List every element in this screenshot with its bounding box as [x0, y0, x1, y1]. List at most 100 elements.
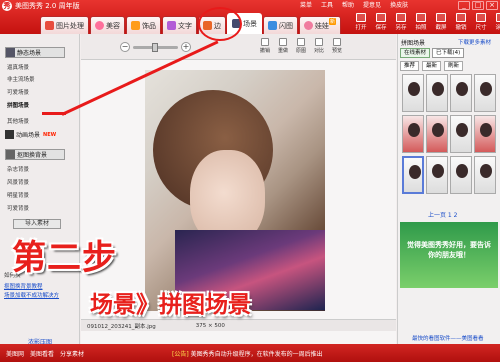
sidebar-item-realistic[interactable]: 逼真场景: [7, 63, 29, 71]
save-as-button[interactable]: 另存: [392, 13, 410, 33]
save-button[interactable]: 保存: [372, 13, 390, 33]
tool-label: 撤销: [455, 25, 467, 31]
scene-thumbnail[interactable]: [426, 115, 448, 153]
redo-button[interactable]: 重做: [275, 38, 291, 57]
app-logo-icon: 秀: [2, 1, 12, 11]
scene-thumbnail[interactable]: [402, 115, 424, 153]
tool-label: 拍照: [415, 25, 427, 31]
menu-item[interactable]: 提意见: [363, 1, 381, 11]
cutout-tutorial-link[interactable]: 抠图换背景教程: [4, 282, 43, 290]
scene-thumbnail[interactable]: [450, 156, 472, 194]
zoom-slider-handle[interactable]: [152, 42, 158, 52]
tab-latest[interactable]: 最新: [422, 61, 442, 71]
material-tabs: 在线素材 已下载(4): [400, 48, 465, 58]
tool-label: 尺寸: [475, 25, 487, 31]
scissors-icon: [436, 13, 446, 22]
group-label: 抠图换背景: [17, 152, 48, 159]
cutout-background-group[interactable]: 抠图换背景: [5, 149, 65, 160]
maximize-button[interactable]: □: [472, 1, 484, 10]
promo-banner[interactable]: 觉得美图秀秀好用，要告诉你的朋友哦！: [400, 222, 498, 288]
group-label: 静态场景: [17, 50, 42, 57]
tab-label: 场景: [243, 19, 257, 28]
flash-icon: [268, 21, 277, 30]
tool-label: 截屏: [435, 25, 447, 31]
compare-icon: [315, 38, 323, 46]
scene-thumbnail[interactable]: [426, 74, 448, 112]
text-icon: [167, 21, 176, 30]
tab-flash[interactable]: 闪图: [263, 16, 298, 34]
animated-scene-group[interactable]: 动画场景 NEW: [5, 129, 65, 140]
undo-edit-button[interactable]: 撤销: [257, 38, 273, 57]
scene-thumbnail[interactable]: [450, 115, 472, 153]
tab-label: 饰品: [142, 21, 156, 30]
tab-recommended[interactable]: 推荐: [400, 61, 420, 71]
open-button[interactable]: 打开: [352, 13, 370, 33]
tab-ornament[interactable]: 饰品: [126, 16, 161, 34]
zoom-in-icon[interactable]: +: [181, 42, 191, 52]
right-panel: 拼图场景 下载更多素材 在线素材 已下载(4) 推荐 最新 刷新 上一页 1 2…: [397, 34, 500, 344]
menu-item[interactable]: 工具: [321, 1, 333, 11]
right-toolbar: 打开 保存 另存 拍照 截屏 撤销 尺寸 涂鸦: [352, 13, 500, 33]
doodle-button[interactable]: 涂鸦: [492, 13, 500, 33]
camera-button[interactable]: 拍照: [412, 13, 430, 33]
share-material-link[interactable]: 分享素材: [60, 349, 84, 358]
pagination[interactable]: 上一页 1 2: [428, 210, 457, 219]
import-material-button[interactable]: 导入素材: [13, 219, 61, 229]
tab-image-processing[interactable]: 图片处理: [40, 16, 89, 34]
download-more-link[interactable]: 下载更多素材: [458, 38, 491, 46]
meitu-viewer-bottom-link[interactable]: 美图看看: [30, 349, 54, 358]
sidebar-item-celebrity[interactable]: 明星背景: [7, 191, 29, 199]
tab-text[interactable]: 文字: [162, 16, 197, 34]
compare-button[interactable]: 对比: [311, 38, 327, 57]
menu-item[interactable]: 帮助: [342, 1, 354, 11]
minimize-button[interactable]: _: [458, 1, 470, 10]
top-menu: 菜单 工具 帮助 提意见 换皮肤: [300, 1, 408, 11]
sidebar-item-nonmainstream[interactable]: 非主流场景: [7, 75, 35, 83]
sidebar-item-landscape[interactable]: 风景背景: [7, 178, 29, 186]
sidebar-item-cute-bg[interactable]: 可爱背景: [7, 204, 29, 212]
material-subtabs: 推荐 最新 刷新: [400, 61, 498, 71]
scene-thumbnail[interactable]: [474, 74, 496, 112]
tab-doll[interactable]: 娃娃 新: [299, 16, 342, 34]
scene-group-icon: [6, 48, 15, 57]
scene-thumbnail[interactable]: [426, 156, 448, 194]
scene-thumbnail[interactable]: [402, 74, 424, 112]
sidebar-item-other[interactable]: 其他场景: [7, 117, 29, 125]
undo-button[interactable]: 撤销: [452, 13, 470, 33]
zoom-out-icon[interactable]: −: [120, 42, 130, 52]
sidebar-item-magazine[interactable]: 杂志背景: [7, 165, 29, 173]
zoom-slider[interactable]: [133, 42, 178, 52]
static-scene-group[interactable]: 静态场景: [5, 47, 65, 58]
scene-thumbnail-selected[interactable]: [402, 156, 424, 194]
screenshot-button[interactable]: 截屏: [432, 13, 450, 33]
preview-button[interactable]: 预览: [329, 38, 345, 57]
camera-icon: [416, 13, 426, 22]
tool-label: 打开: [355, 25, 367, 31]
tool-label: 重做: [277, 48, 288, 54]
menu-item[interactable]: 菜单: [300, 1, 312, 11]
tool-label: 保存: [375, 25, 387, 31]
group-label: 动画场景: [16, 132, 41, 139]
menu-item[interactable]: 换皮肤: [390, 1, 408, 11]
image-dimensions: 375 × 500: [195, 322, 225, 329]
refresh-button[interactable]: 刷新: [444, 61, 464, 71]
resize-button[interactable]: 尺寸: [472, 13, 490, 33]
tab-online-material[interactable]: 在线素材: [400, 48, 431, 58]
sidebar-item-puzzle[interactable]: 拼图场景: [7, 101, 29, 109]
original-button[interactable]: 原图: [293, 38, 309, 57]
meitu-site-link[interactable]: 美图网: [6, 349, 24, 358]
tab-beauty[interactable]: 美容: [90, 16, 125, 34]
announcement[interactable]: [公告] 美图秀秀自动升级程序，在软件发布的一周后推出: [172, 349, 323, 358]
meitu-viewer-link[interactable]: 最快的看图软件——美图看看: [412, 334, 484, 342]
sidebar-item-cute[interactable]: 可爱场景: [7, 88, 29, 96]
scene-load-fix-link[interactable]: 场景加载不成功解决方: [4, 291, 59, 299]
close-button[interactable]: ×: [486, 1, 498, 10]
brush-icon: [496, 13, 500, 22]
scene-thumbnail[interactable]: [474, 115, 496, 153]
tab-label: 美容: [106, 21, 120, 30]
tab-downloaded[interactable]: 已下载(4): [432, 48, 465, 58]
scene-thumbnail[interactable]: [474, 156, 496, 194]
scene-thumbnail[interactable]: [450, 74, 472, 112]
tab-label: 图片处理: [56, 21, 84, 30]
beauty-icon: [95, 21, 104, 30]
